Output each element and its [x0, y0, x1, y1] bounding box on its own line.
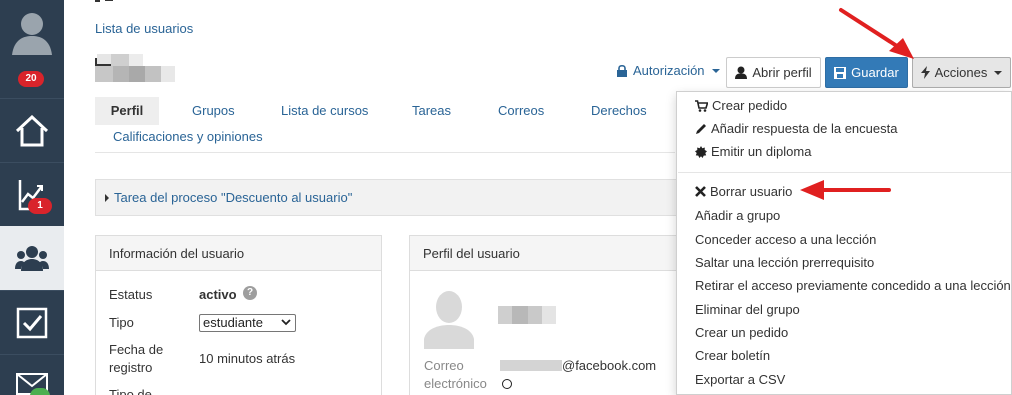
menu-item-label: Emitir un diploma — [711, 144, 812, 159]
home-icon[interactable] — [0, 98, 64, 162]
registered-value: 10 minutos atrás — [199, 351, 296, 366]
sidebar — [0, 0, 64, 395]
chevron-down-icon — [994, 70, 1003, 75]
email-value: @facebook.com — [562, 358, 657, 373]
chevron-down-icon — [281, 319, 291, 326]
pencil-icon — [696, 123, 706, 134]
tab-mails[interactable]: Correos — [498, 97, 544, 125]
page-title-fragment — [95, 0, 123, 2]
menu-item-add-survey-answer[interactable]: Añadir respuesta de la encuesta — [695, 121, 897, 136]
user-type-select[interactable]: estudiante — [199, 314, 296, 332]
chart-icon[interactable] — [0, 162, 64, 226]
open-profile-button[interactable]: Abrir perfil — [726, 57, 821, 88]
authorization-dropdown[interactable]: Autorización — [616, 63, 720, 78]
mail-badge — [30, 388, 50, 395]
save-button[interactable]: Guardar — [825, 57, 908, 88]
floppy-disk-icon — [834, 66, 847, 79]
certificate-icon — [695, 145, 707, 158]
chevron-down-icon — [711, 68, 720, 73]
menu-item-label: Añadir respuesta de la encuesta — [711, 121, 898, 136]
user-icon — [735, 66, 748, 79]
menu-item-label: Borrar usuario — [710, 184, 793, 199]
user-profile-title: Perfil del usuario — [410, 236, 688, 271]
user-info-panel: Información del usuario Estatus activo ?… — [95, 235, 382, 395]
user-info-title: Información del usuario — [96, 236, 381, 271]
menu-item-create-newsletter[interactable]: Crear boletín — [695, 348, 770, 363]
tab-tasks[interactable]: Tareas — [412, 97, 451, 125]
tab-profile[interactable]: Perfil — [95, 97, 159, 125]
menu-divider — [678, 172, 1011, 173]
users-icon[interactable] — [0, 226, 64, 290]
process-task-label: Tarea del proceso "Descuento al usuario" — [114, 190, 353, 205]
breadcrumb-user-list[interactable]: Lista de usuarios — [95, 21, 193, 36]
user-type-value: estudiante — [203, 315, 263, 330]
open-profile-label: Abrir perfil — [752, 65, 812, 80]
user-avatar-icon[interactable] — [0, 0, 64, 64]
process-task-toggle[interactable]: Tarea del proceso "Descuento al usuario" — [95, 179, 680, 216]
tab-courses[interactable]: Lista de cursos — [281, 97, 368, 125]
actions-dropdown-button[interactable]: Acciones — [912, 57, 1011, 88]
menu-item-remove-group[interactable]: Eliminar del grupo — [695, 302, 800, 317]
blurred-email-prefix — [500, 360, 562, 371]
authorization-label: Autorización — [633, 63, 705, 78]
menu-item-issue-diploma[interactable]: Emitir un diploma — [695, 144, 811, 159]
lock-icon — [617, 64, 627, 77]
menu-item-add-to-group[interactable]: Añadir a grupo — [695, 208, 780, 223]
tab-rights[interactable]: Derechos — [591, 97, 647, 125]
profile-photo-placeholder-icon — [424, 291, 474, 349]
tab-ratings[interactable]: Calificaciones y opiniones — [113, 123, 263, 151]
tab-groups[interactable]: Grupos — [192, 97, 235, 125]
tabs-divider — [95, 152, 675, 153]
menu-item-export-csv[interactable]: Exportar a CSV — [695, 372, 785, 387]
notification-badge: 20 — [18, 71, 44, 87]
caret-right-icon — [105, 193, 109, 202]
menu-item-delete-user[interactable]: Borrar usuario — [695, 184, 792, 199]
save-label: Guardar — [851, 65, 899, 80]
actions-menu: Crear pedido Añadir respuesta de la encu… — [676, 91, 1012, 395]
type2-label: Tipo de — [109, 387, 152, 395]
menu-item-skip-prereq[interactable]: Saltar una lección prerrequisito — [695, 255, 874, 270]
menu-item-create-order[interactable]: Crear pedido — [695, 98, 787, 113]
help-icon[interactable]: ? — [243, 286, 257, 300]
status-label: Estatus — [109, 287, 153, 302]
registered-label: Fecha de registro — [109, 342, 164, 375]
menu-item-revoke-access[interactable]: Retirar el acceso previamente concedido … — [695, 278, 1011, 293]
actions-label: Acciones — [934, 65, 988, 80]
status-value: activo — [199, 287, 237, 302]
shopping-cart-icon — [695, 99, 708, 112]
menu-item-label: Crear pedido — [712, 98, 788, 113]
blurred-profile-name — [498, 306, 556, 324]
type-label: Tipo — [109, 315, 134, 330]
menu-item-grant-lesson[interactable]: Conceder acceso a una lección — [695, 232, 876, 247]
arrow-to-actions-icon — [839, 8, 914, 59]
user-profile-panel: Perfil del usuario Correo electrónico @f… — [409, 235, 689, 395]
email-label: Correo electrónico — [424, 358, 487, 391]
menu-item-create-an-order[interactable]: Crear un pedido — [695, 325, 788, 340]
close-icon — [695, 186, 706, 197]
checkbox-icon[interactable] — [0, 290, 64, 354]
reports-badge: 1 — [28, 198, 52, 214]
lightning-icon — [920, 66, 930, 79]
blurred-user-name — [95, 52, 175, 82]
email-status-radio[interactable] — [502, 379, 512, 389]
